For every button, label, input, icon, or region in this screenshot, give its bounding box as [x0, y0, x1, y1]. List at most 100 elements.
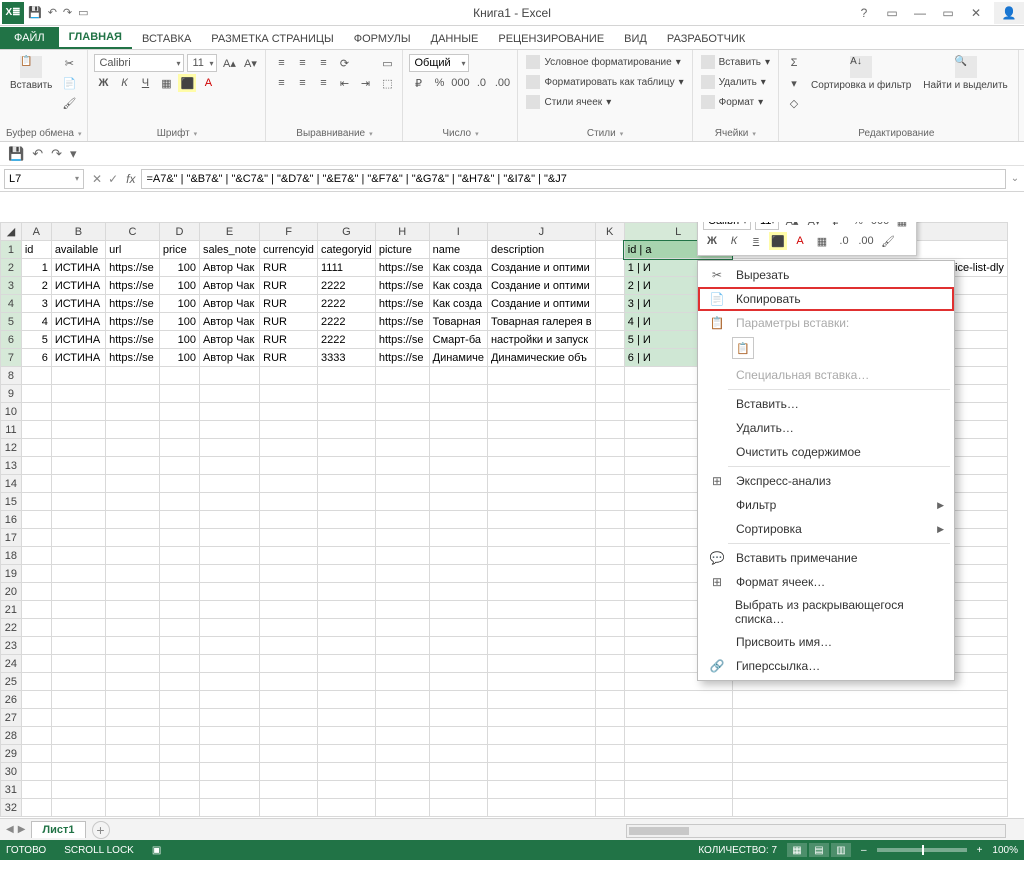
cell[interactable]	[106, 745, 160, 763]
cell[interactable]	[106, 547, 160, 565]
cell[interactable]: Товарная галерея в	[487, 313, 595, 331]
cell[interactable]	[487, 763, 595, 781]
cell[interactable]	[199, 799, 259, 817]
cell[interactable]	[487, 691, 595, 709]
cell[interactable]	[51, 781, 105, 799]
cell[interactable]	[199, 385, 259, 403]
cell[interactable]	[318, 781, 376, 799]
cell[interactable]	[51, 763, 105, 781]
cell[interactable]	[106, 439, 160, 457]
cell[interactable]	[260, 781, 318, 799]
row-header[interactable]: 9	[1, 385, 22, 403]
cell[interactable]	[21, 547, 51, 565]
cell[interactable]	[318, 529, 376, 547]
cell[interactable]	[318, 655, 376, 673]
sheet-nav-prev-icon[interactable]: ◀	[6, 824, 14, 835]
tab-insert[interactable]: ВСТАВКА	[132, 29, 201, 49]
close-icon[interactable]: ✕	[962, 3, 990, 23]
row-header[interactable]: 28	[1, 727, 22, 745]
add-sheet-button[interactable]: +	[92, 821, 110, 839]
cell[interactable]	[318, 691, 376, 709]
cell[interactable]	[51, 493, 105, 511]
cell[interactable]	[260, 475, 318, 493]
cell[interactable]: https://se	[375, 295, 429, 313]
cell[interactable]: url	[106, 241, 160, 259]
minimize-icon[interactable]: —	[906, 3, 934, 23]
cell[interactable]	[260, 601, 318, 619]
cell[interactable]	[199, 709, 259, 727]
cell[interactable]	[159, 781, 199, 799]
cell[interactable]	[429, 709, 487, 727]
cell[interactable]	[106, 475, 160, 493]
clear-icon[interactable]: ◇	[785, 94, 803, 112]
cell[interactable]	[375, 385, 429, 403]
cell[interactable]	[595, 655, 624, 673]
row-header[interactable]: 32	[1, 799, 22, 817]
cell[interactable]	[159, 475, 199, 493]
cell[interactable]	[260, 709, 318, 727]
cell[interactable]	[375, 367, 429, 385]
cell[interactable]	[375, 457, 429, 475]
cell[interactable]	[487, 403, 595, 421]
cell[interactable]: 3	[21, 295, 51, 313]
cell[interactable]: sales_note	[199, 241, 259, 259]
cell[interactable]: Как созда	[429, 295, 487, 313]
cell[interactable]	[260, 565, 318, 583]
cell[interactable]	[487, 457, 595, 475]
mini-bold-button[interactable]: Ж	[703, 232, 721, 250]
copy-icon[interactable]: 📄	[60, 74, 78, 92]
col-header[interactable]: I	[429, 223, 487, 241]
help-icon[interactable]: ?	[850, 3, 878, 23]
cell[interactable]	[429, 403, 487, 421]
cell[interactable]	[318, 511, 376, 529]
cell[interactable]	[260, 637, 318, 655]
row-header[interactable]: 11	[1, 421, 22, 439]
cell[interactable]	[595, 529, 624, 547]
cell[interactable]	[51, 799, 105, 817]
mini-percent-icon[interactable]: %	[849, 222, 867, 230]
cell[interactable]	[260, 493, 318, 511]
cell[interactable]	[487, 655, 595, 673]
cell[interactable]	[159, 637, 199, 655]
qat-undo-icon[interactable]: ↶	[48, 6, 57, 19]
cell[interactable]	[106, 583, 160, 601]
cell[interactable]	[595, 277, 624, 295]
cell[interactable]: 2222	[318, 331, 376, 349]
cell[interactable]	[487, 475, 595, 493]
cell[interactable]: настройки и запуск	[487, 331, 595, 349]
cell[interactable]	[51, 403, 105, 421]
row-header[interactable]: 6	[1, 331, 22, 349]
cell[interactable]	[487, 619, 595, 637]
cell[interactable]	[21, 745, 51, 763]
cell[interactable]: 1111	[318, 259, 376, 277]
mini-fontcolor-icon[interactable]: A	[791, 232, 809, 250]
cell[interactable]	[595, 403, 624, 421]
font-color-icon[interactable]: A	[199, 74, 217, 92]
cell[interactable]	[51, 421, 105, 439]
cell[interactable]	[21, 727, 51, 745]
cell[interactable]	[487, 601, 595, 619]
mini-inc-font-icon[interactable]: A▴	[783, 222, 801, 230]
cell[interactable]	[732, 709, 1007, 727]
cell[interactable]	[595, 511, 624, 529]
cell[interactable]	[429, 637, 487, 655]
cell[interactable]: Динамиче	[429, 349, 487, 367]
cell[interactable]	[21, 601, 51, 619]
mini-comma-icon[interactable]: 000	[871, 222, 889, 230]
zoom-slider[interactable]	[877, 848, 967, 852]
number-format-combo[interactable]: Общий	[409, 54, 469, 72]
cell[interactable]	[106, 637, 160, 655]
cell[interactable]	[487, 799, 595, 817]
cell[interactable]: 4	[21, 313, 51, 331]
ctx-comment[interactable]: 💬Вставить примечание	[698, 546, 954, 570]
indent-inc-icon[interactable]: ⇥	[356, 74, 374, 92]
fill-color-icon[interactable]: ⬛	[178, 74, 196, 92]
cell[interactable]	[318, 493, 376, 511]
cell[interactable]	[260, 529, 318, 547]
border-icon[interactable]: ▦	[157, 74, 175, 92]
cell[interactable]	[318, 439, 376, 457]
cell[interactable]	[260, 727, 318, 745]
cell[interactable]: price	[159, 241, 199, 259]
cell[interactable]	[595, 691, 624, 709]
cell[interactable]	[260, 673, 318, 691]
